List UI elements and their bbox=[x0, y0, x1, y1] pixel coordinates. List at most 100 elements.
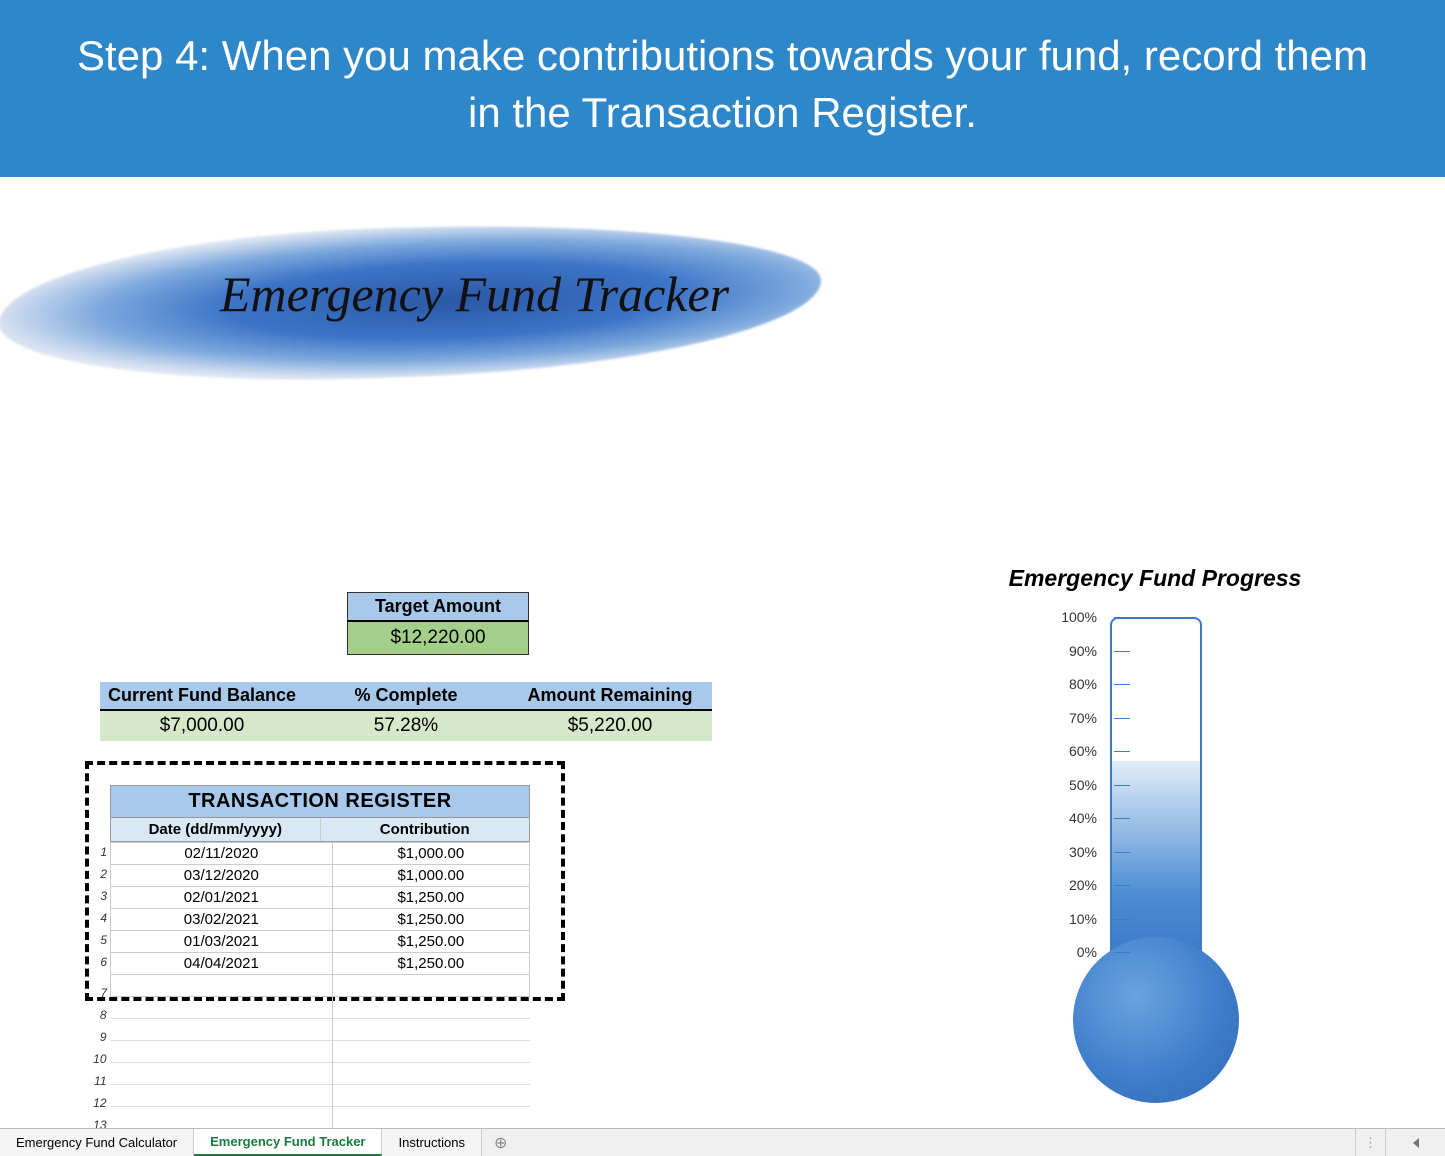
cell-date[interactable]: 03/12/20202 bbox=[111, 865, 333, 887]
table-row[interactable]: 03/12/20202$1,000.00 bbox=[111, 865, 530, 887]
table-row[interactable]: 7 bbox=[111, 975, 530, 997]
axis-tick-label: 10% bbox=[1045, 911, 1097, 927]
table-row[interactable]: 02/01/20213$1,250.00 bbox=[111, 887, 530, 909]
target-amount-box: Target Amount $12,220.00 bbox=[347, 592, 529, 655]
row-number: 5 bbox=[93, 933, 107, 947]
cell-date[interactable]: 02/11/20201 bbox=[111, 843, 333, 865]
table-row[interactable]: 13 bbox=[111, 1107, 530, 1129]
cell-date[interactable]: 01/03/20215 bbox=[111, 931, 333, 953]
stats-row: Current Fund Balance $7,000.00 % Complet… bbox=[100, 682, 712, 741]
cell-date[interactable]: 03/02/20214 bbox=[111, 909, 333, 931]
title-graphic: Emergency Fund Tracker bbox=[0, 187, 820, 407]
cell-contribution[interactable]: $1,250.00 bbox=[332, 887, 529, 909]
col-date-header: Date (dd/mm/yyyy) bbox=[111, 818, 321, 841]
cell-contribution[interactable]: $1,250.00 bbox=[332, 953, 529, 975]
axis-tick-label: 100% bbox=[1045, 609, 1097, 625]
cell-contribution[interactable] bbox=[332, 975, 529, 997]
balance-label: Current Fund Balance bbox=[100, 682, 304, 711]
axis-tick-label: 90% bbox=[1045, 643, 1097, 659]
cell-date[interactable]: 8 bbox=[111, 997, 333, 1019]
axis-tick-mark bbox=[1114, 684, 1130, 685]
new-sheet-button[interactable]: ⊕ bbox=[482, 1129, 519, 1156]
table-row[interactable]: 12 bbox=[111, 1085, 530, 1107]
cell-contribution[interactable]: $1,250.00 bbox=[332, 931, 529, 953]
table-row[interactable]: 11 bbox=[111, 1063, 530, 1085]
tab-instructions[interactable]: Instructions bbox=[382, 1129, 481, 1156]
cell-date[interactable]: 7 bbox=[111, 975, 333, 997]
row-number: 3 bbox=[93, 889, 107, 903]
axis-tick-label: 20% bbox=[1045, 877, 1097, 893]
table-row[interactable]: 03/02/20214$1,250.00 bbox=[111, 909, 530, 931]
tab-tracker[interactable]: Emergency Fund Tracker bbox=[194, 1129, 382, 1156]
thermometer: 0%10%20%30%40%50%60%70%80%90%100% bbox=[1005, 607, 1315, 1127]
row-number: 6 bbox=[93, 955, 107, 969]
cell-contribution[interactable]: $1,250.00 bbox=[332, 909, 529, 931]
cell-contribution[interactable] bbox=[332, 997, 529, 1019]
col-contrib-header: Contribution bbox=[321, 818, 530, 841]
axis-tick-mark bbox=[1114, 885, 1130, 886]
cell-contribution[interactable] bbox=[332, 1063, 529, 1085]
pct-value: 57.28% bbox=[304, 711, 508, 741]
table-row[interactable]: 01/03/20215$1,250.00 bbox=[111, 931, 530, 953]
table-row[interactable]: 8 bbox=[111, 997, 530, 1019]
cell-date[interactable]: 13 bbox=[111, 1107, 333, 1129]
axis-tick-mark bbox=[1114, 818, 1130, 819]
table-row[interactable]: 02/11/20201$1,000.00 bbox=[111, 843, 530, 865]
tab-calculator[interactable]: Emergency Fund Calculator bbox=[0, 1129, 194, 1156]
worksheet-area: Emergency Fund Tracker Target Amount $12… bbox=[0, 177, 1445, 1117]
row-number: 10 bbox=[93, 1052, 107, 1066]
cell-date[interactable]: 12 bbox=[111, 1085, 333, 1107]
axis-tick-label: 60% bbox=[1045, 743, 1097, 759]
pct-label: % Complete bbox=[304, 682, 508, 711]
axis-tick-mark bbox=[1114, 651, 1130, 652]
row-number: 12 bbox=[93, 1096, 107, 1110]
row-number: 11 bbox=[93, 1074, 107, 1088]
row-number: 7 bbox=[93, 986, 107, 1000]
plus-icon: ⊕ bbox=[494, 1133, 507, 1153]
target-label: Target Amount bbox=[347, 592, 529, 622]
axis-tick-mark bbox=[1114, 617, 1130, 618]
axis-tick-label: 40% bbox=[1045, 810, 1097, 826]
balance-value: $7,000.00 bbox=[100, 711, 304, 741]
cell-contribution[interactable] bbox=[332, 1019, 529, 1041]
register-title: TRANSACTION REGISTER bbox=[110, 785, 530, 818]
axis-tick-mark bbox=[1114, 751, 1130, 752]
cell-contribution[interactable] bbox=[332, 1085, 529, 1107]
row-number: 9 bbox=[93, 1030, 107, 1044]
axis-tick-mark bbox=[1114, 718, 1130, 719]
row-number: 2 bbox=[93, 867, 107, 881]
axis-tick-mark bbox=[1114, 919, 1130, 920]
cell-date[interactable]: 02/01/20213 bbox=[111, 887, 333, 909]
cell-date[interactable]: 9 bbox=[111, 1019, 333, 1041]
table-row[interactable]: 10 bbox=[111, 1041, 530, 1063]
axis-tick-mark bbox=[1114, 952, 1130, 953]
table-row[interactable]: 9 bbox=[111, 1019, 530, 1041]
cell-contribution[interactable]: $1,000.00 bbox=[332, 865, 529, 887]
axis-tick-mark bbox=[1114, 785, 1130, 786]
row-number: 8 bbox=[93, 1008, 107, 1022]
arrow-left-icon bbox=[1413, 1138, 1419, 1148]
tab-scroll-left[interactable] bbox=[1385, 1129, 1445, 1156]
cell-contribution[interactable] bbox=[332, 1041, 529, 1063]
row-number: 1 bbox=[93, 845, 107, 859]
cell-date[interactable]: 10 bbox=[111, 1041, 333, 1063]
axis-tick-label: 70% bbox=[1045, 710, 1097, 726]
progress-title: Emergency Fund Progress bbox=[995, 565, 1315, 592]
progress-chart: Emergency Fund Progress 0%10%20%30%40%50… bbox=[995, 565, 1315, 1127]
tab-options[interactable]: ⋮ bbox=[1355, 1129, 1385, 1156]
thermometer-bulb bbox=[1073, 937, 1239, 1103]
cell-contribution[interactable]: $1,000.00 bbox=[332, 843, 529, 865]
cell-contribution[interactable] bbox=[332, 1107, 529, 1129]
target-value: $12,220.00 bbox=[347, 622, 529, 655]
cell-date[interactable]: 11 bbox=[111, 1063, 333, 1085]
step-banner: Step 4: When you make contributions towa… bbox=[0, 0, 1445, 177]
page-title: Emergency Fund Tracker bbox=[220, 265, 729, 323]
axis-tick-mark bbox=[1114, 852, 1130, 853]
sheet-tab-bar: Emergency Fund Calculator Emergency Fund… bbox=[0, 1128, 1445, 1156]
remaining-value: $5,220.00 bbox=[508, 711, 712, 741]
cell-date[interactable]: 04/04/20216 bbox=[111, 953, 333, 975]
transaction-register: TRANSACTION REGISTER Date (dd/mm/yyyy) C… bbox=[110, 785, 530, 1129]
axis-tick-label: 0% bbox=[1045, 944, 1097, 960]
table-row[interactable]: 04/04/20216$1,250.00 bbox=[111, 953, 530, 975]
axis-tick-label: 80% bbox=[1045, 676, 1097, 692]
